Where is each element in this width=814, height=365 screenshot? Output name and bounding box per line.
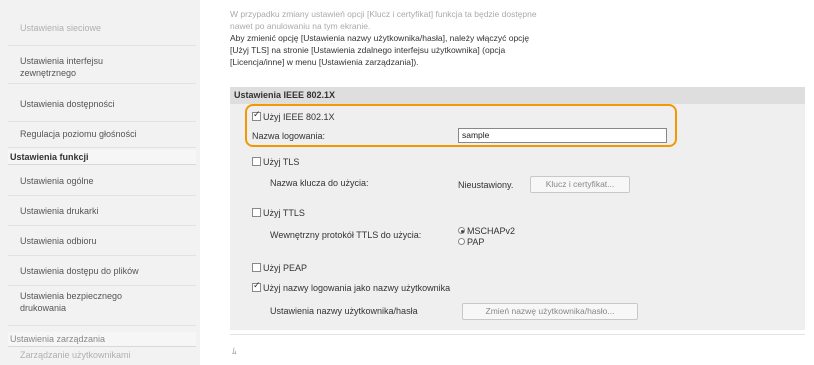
footer-divider — [230, 334, 805, 335]
use-peap-checkbox[interactable] — [252, 263, 261, 272]
use-login-as-user-checkbox[interactable] — [252, 281, 261, 292]
use-login-as-user-label: Użyj nazwy logowania jako nazwy użytkown… — [263, 283, 451, 293]
mschap-option[interactable]: MSCHAPv2 — [458, 226, 515, 236]
sidebar-item-label: Ustawienia interfejsu zewnętrznego — [20, 56, 104, 78]
pap-radio[interactable] — [458, 238, 465, 245]
sidebar-item-accessibility[interactable]: Ustawienia dostępności — [8, 92, 196, 122]
main-content: W przypadku zmiany ustawień opcji [Klucz… — [230, 0, 805, 365]
highlight-frame — [245, 104, 677, 147]
user-settings-label: Ustawienia nazwy użytkownika/hasła — [270, 306, 418, 316]
mschap-label: MSCHAPv2 — [467, 226, 516, 236]
sidebar-item-external-interface[interactable]: Ustawienia interfejsu zewnętrznego — [8, 52, 196, 84]
footer-mark: ﾑ — [232, 346, 237, 356]
change-username-password-button[interactable]: Zmień nazwę użytkownika/hasło... — [462, 303, 638, 320]
use-tls-label: Użyj TLS — [263, 157, 300, 167]
sidebar-item-label: Ustawienia sieciowe — [20, 23, 102, 33]
sidebar-item-receive[interactable]: Ustawienia odbioru — [8, 226, 196, 256]
use-tls-checkbox[interactable] — [252, 157, 261, 166]
intro-text: W przypadku zmiany ustawień opcji [Klucz… — [230, 8, 650, 68]
use-ttls-row: Użyj TTLS — [252, 208, 305, 218]
sidebar-item-network-settings[interactable]: Ustawienia sieciowe — [8, 22, 196, 46]
sidebar-item-file-access[interactable]: Ustawienia dostępu do plików — [8, 256, 196, 286]
sidebar-item-secure-print[interactable]: Ustawienia bezpiecznego drukowania — [8, 286, 196, 326]
key-name-label: Nazwa klucza do użycia: — [270, 178, 369, 188]
use-peap-row: Użyj PEAP — [252, 263, 307, 273]
sidebar-item-label: Ustawienia bezpiecznego drukowania — [20, 291, 123, 313]
section-title: Ustawienia IEEE 802.1X — [230, 87, 805, 104]
use-tls-row: Użyj TLS — [252, 157, 299, 167]
use-login-as-user-row: Użyj nazwy logowania jako nazwy użytkown… — [252, 281, 451, 293]
pap-label: PAP — [467, 237, 485, 247]
sidebar-section-header-functions: Ustawienia funkcji — [8, 150, 196, 165]
key-status: Nieustawiony. — [458, 180, 514, 190]
sidebar-item-general[interactable]: Ustawienia ogólne — [8, 166, 196, 196]
sidebar-item-label: Regulacja poziomu głośności — [20, 129, 137, 139]
sidebar: Ustawienia sieciowe Ustawienia interfejs… — [0, 0, 200, 365]
sidebar-item-label: Ustawienia dostępności — [20, 99, 115, 109]
intro-line: [Użyj TLS] na stronie [Ustawienia zdalne… — [230, 45, 506, 55]
intro-line: nawet po anulowaniu na tym ekranie. — [230, 21, 371, 31]
intro-line: [Licencja/inne] w menu [Ustawienia zarzą… — [230, 57, 419, 67]
intro-line: W przypadku zmiany ustawień opcji [Klucz… — [230, 9, 537, 19]
sidebar-item-label: Zarządzanie użytkownikami — [20, 350, 131, 360]
key-certificate-button[interactable]: Klucz i certyfikat... — [530, 176, 630, 193]
use-ttls-label: Użyj TTLS — [263, 208, 305, 218]
sidebar-item-label: Ustawienia drukarki — [20, 206, 99, 216]
sidebar-item-printer[interactable]: Ustawienia drukarki — [8, 196, 196, 226]
ttls-protocol-label: Wewnętrzny protokół TTLS do użycia: — [270, 230, 422, 240]
use-ttls-checkbox[interactable] — [252, 208, 261, 217]
sidebar-section-header-management: Ustawienia zarządzania — [8, 332, 196, 347]
pap-option[interactable]: PAP — [458, 237, 484, 247]
sidebar-item-label: Ustawienia odbioru — [20, 236, 97, 246]
sidebar-item-label: Ustawienia dostępu do plików — [20, 266, 139, 276]
sidebar-item-user-management[interactable]: Zarządzanie użytkownikami — [8, 349, 196, 365]
sidebar-item-label: Ustawienia ogólne — [20, 176, 94, 186]
use-peap-label: Użyj PEAP — [263, 263, 308, 273]
intro-line: Aby zmienić opcję [Ustawienia nazwy użyt… — [230, 33, 530, 43]
sidebar-item-volume[interactable]: Regulacja poziomu głośności — [8, 122, 196, 148]
mschap-radio[interactable] — [458, 227, 465, 234]
